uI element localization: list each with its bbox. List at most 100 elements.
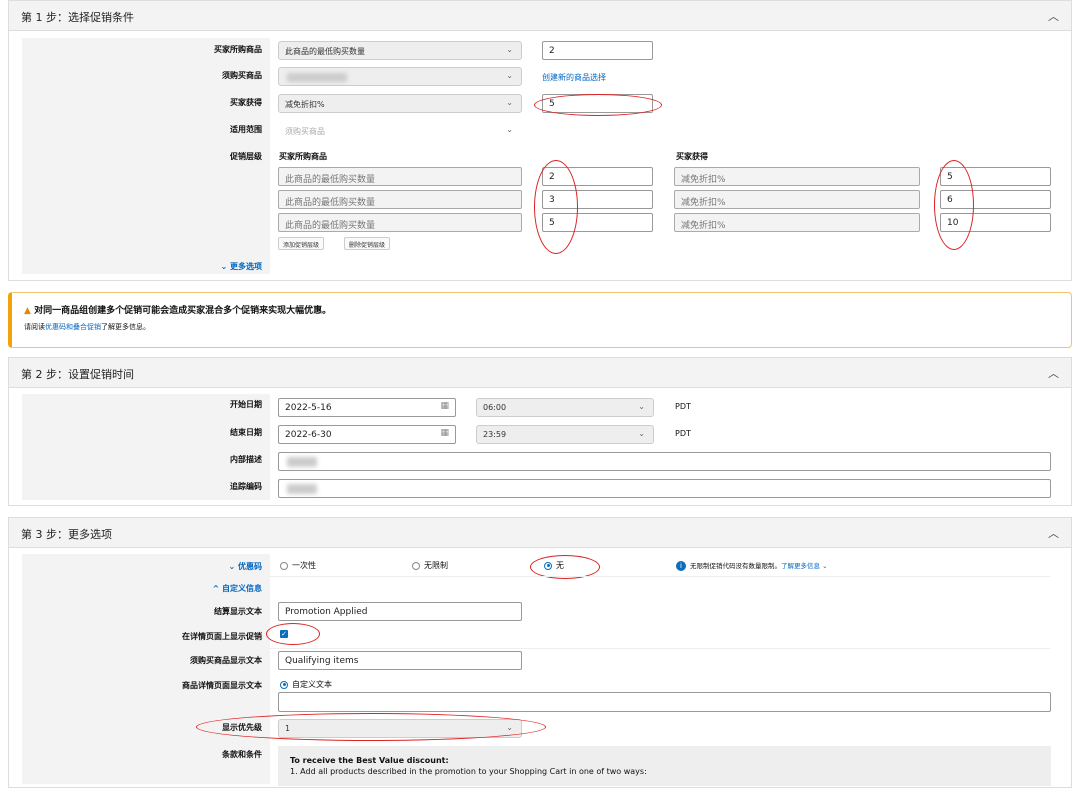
tier-condition: 此商品的最低购买数量: [278, 167, 522, 186]
chevron-down-icon: ⌄: [506, 98, 513, 107]
more-options-toggle[interactable]: ⌄ 更多选项: [221, 261, 263, 272]
highlight-oval: [934, 160, 974, 250]
info-message: i 无限制促销代码没有数量限制。了解更多信息 ⌄: [676, 560, 828, 571]
divider: [270, 576, 1050, 577]
chevron-up-icon[interactable]: ︿: [1048, 365, 1059, 381]
radio-once[interactable]: 一次性: [280, 560, 316, 571]
chevron-down-icon: ⌄: [638, 429, 645, 438]
coupon-toggle[interactable]: ⌄ 优惠码: [229, 561, 263, 572]
chevron-up-icon[interactable]: ︿: [1048, 525, 1059, 541]
info-icon: i: [676, 561, 686, 571]
start-time-select[interactable]: 06:00 ⌄: [476, 398, 654, 417]
timezone-label: PDT: [675, 402, 691, 411]
tier-condition: 此商品的最低购买数量: [278, 213, 522, 232]
step2-title: 第 2 步：设置促销时间: [21, 368, 134, 381]
radio-label: 自定义文本: [292, 680, 332, 689]
internal-desc-input[interactable]: [278, 452, 1051, 471]
tiers-col-header: 买家获得: [676, 152, 708, 161]
label-buyer-gets: 买家获得: [230, 98, 262, 107]
radio-label: 无限制: [424, 561, 448, 570]
tiers-col-header: 买家所购商品: [279, 152, 327, 161]
radio-icon: [280, 561, 288, 570]
label-buyer-purchases: 买家所购商品: [214, 45, 262, 54]
blurred-value: [287, 484, 317, 494]
buyer-purchases-qty[interactable]: 2: [542, 41, 653, 60]
tier-benefit: 减免折扣%: [674, 167, 920, 186]
label-applies-to: 适用范围: [230, 125, 262, 134]
custom-message-label: 自定义信息: [222, 584, 262, 593]
blurred-value: [287, 73, 347, 82]
more-options-label: 更多选项: [230, 262, 262, 271]
detail-text-input[interactable]: [278, 692, 1051, 712]
radio-label: 一次性: [292, 561, 316, 570]
select-value: 此商品的最低购买数量: [285, 47, 365, 56]
select-value: 06:00: [483, 403, 507, 412]
chevron-down-icon: ⌄: [506, 45, 513, 54]
step1-title: 第 1 步：选择促销条件: [21, 11, 134, 24]
calendar-icon[interactable]: ▦: [440, 401, 449, 411]
chevron-down-icon: ⌄: [506, 71, 513, 80]
label-internal-desc: 内部描述: [230, 455, 262, 464]
step2-header[interactable]: 第 2 步：设置促销时间 ︿: [8, 357, 1072, 388]
highlight-oval: [534, 94, 662, 116]
buyer-gets-select[interactable]: 减免折扣% ⌄: [278, 94, 522, 113]
tier-condition: 此商品的最低购买数量: [278, 190, 522, 209]
required-items-select[interactable]: ⌄: [278, 67, 522, 86]
warning-icon: ▲: [24, 306, 31, 316]
coupon-label: 优惠码: [238, 562, 262, 571]
learn-more-link[interactable]: 了解更多信息: [781, 562, 820, 570]
tier-benefit: 减免折扣%: [674, 190, 920, 209]
step1-header[interactable]: 第 1 步：选择促销条件 ︿: [8, 0, 1072, 31]
select-value: 23:59: [483, 430, 507, 439]
warning-title: 对同一商品组创建多个促销可能会造成买家混合多个促销来实现大幅优惠。: [34, 306, 332, 316]
select-value: 减免折扣%: [285, 100, 325, 109]
start-date-value: 2022-5-16: [285, 403, 332, 413]
label-end-date: 结束日期: [230, 428, 262, 437]
label-start-date: 开始日期: [230, 400, 262, 409]
create-selection-link[interactable]: 创建新的商品选择: [542, 72, 606, 83]
divider: [270, 648, 1050, 649]
select-value: 须购买商品: [285, 127, 325, 136]
highlight-oval: [196, 713, 546, 741]
terms-line: 1. Add all products described in the pro…: [290, 767, 647, 776]
tracking-code-input[interactable]: [278, 479, 1051, 498]
end-date-value: 2022-6-30: [285, 430, 332, 440]
radio-unlimited[interactable]: 无限制: [412, 560, 448, 571]
qualifying-text-input[interactable]: Qualifying items: [278, 651, 522, 670]
step3-header[interactable]: 第 3 步：更多选项 ︿: [8, 517, 1072, 548]
remove-tier-button[interactable]: 删除促销层级: [344, 237, 391, 250]
checkout-text-input[interactable]: Promotion Applied: [278, 602, 522, 621]
buyer-purchases-select[interactable]: 此商品的最低购买数量 ⌄: [278, 41, 522, 60]
chevron-down-icon: ⌄: [638, 402, 645, 411]
info-text: 无限制促销代码没有数量限制。: [690, 562, 781, 570]
label-tracking-code: 追踪编码: [230, 482, 262, 491]
radio-custom-text[interactable]: 自定义文本: [280, 679, 332, 690]
label-checkout-text: 结算显示文本: [214, 607, 262, 616]
warning-text: 了解更多信息。: [101, 323, 150, 331]
step3-title: 第 3 步：更多选项: [21, 528, 112, 541]
highlight-oval: [266, 623, 320, 645]
start-date-input[interactable]: 2022-5-16 ▦: [278, 398, 456, 417]
chevron-up-icon[interactable]: ︿: [1048, 8, 1059, 24]
blurred-value: [287, 457, 317, 467]
terms-box: To receive the Best Value discount: 1. A…: [278, 746, 1051, 786]
label-terms: 条款和条件: [222, 750, 262, 759]
end-time-select[interactable]: 23:59 ⌄: [476, 425, 654, 444]
applies-to-select: 须购买商品 ⌄: [278, 121, 522, 140]
calendar-icon[interactable]: ▦: [440, 428, 449, 438]
label-show-on-detail: 在详情页面上显示促销: [182, 632, 262, 641]
highlight-oval: [534, 160, 578, 254]
warning-text: 请阅读: [24, 323, 45, 331]
label-qualifying-text: 须购买商品显示文本: [190, 656, 262, 665]
add-tier-button[interactable]: 添加促销层级: [278, 237, 325, 250]
radio-icon: [280, 680, 288, 689]
tier-benefit: 减免折扣%: [674, 213, 920, 232]
timezone-label: PDT: [675, 429, 691, 438]
warning-link[interactable]: 优惠码和叠合促销: [45, 323, 101, 331]
label-detail-text: 商品详情页面显示文本: [182, 681, 262, 690]
custom-message-toggle[interactable]: ^ 自定义信息: [213, 583, 263, 594]
label-required-items: 须购买商品: [222, 71, 262, 80]
end-date-input[interactable]: 2022-6-30 ▦: [278, 425, 456, 444]
warning-banner: ▲ 对同一商品组创建多个促销可能会造成买家混合多个促销来实现大幅优惠。 请阅读优…: [8, 292, 1072, 348]
radio-icon: [412, 561, 420, 570]
